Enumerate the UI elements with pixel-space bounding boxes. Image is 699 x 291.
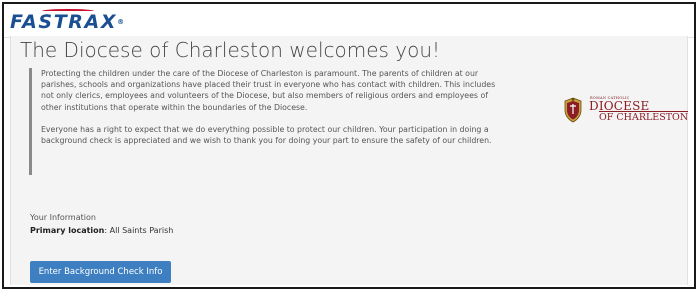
primary-location-value: All Saints Parish — [109, 226, 174, 235]
intro-paragraph-1: Protecting the children under the care o… — [41, 69, 496, 112]
primary-location: Primary location: All Saints Parish — [30, 226, 173, 235]
fastrax-logo[interactable]: FASTRAX® — [10, 9, 126, 33]
page-title: The Diocese of Charleston welcomes you! — [20, 38, 441, 62]
your-information-heading: Your Information — [30, 213, 96, 222]
logo-text: FASTRAX — [10, 11, 118, 33]
top-header: FASTRAX® — [4, 4, 694, 38]
primary-location-separator: : — [104, 226, 108, 235]
diocese-shield-icon — [564, 97, 582, 123]
intro-blockquote: Protecting the children under the care o… — [29, 68, 504, 175]
enter-background-check-button[interactable]: Enter Background Check Info — [30, 261, 171, 283]
diocese-logo-sub-text: OF CHARLESTON — [599, 111, 689, 123]
intro-paragraph-2: Everyone has a right to expect that we d… — [41, 124, 492, 146]
logo-registered-mark: ® — [117, 18, 126, 26]
diocese-logo: ROMAN CATHOLIC DIOCESE OF CHARLESTON — [563, 96, 699, 126]
logo-swoosh — [42, 9, 94, 13]
primary-location-label: Primary location — [30, 226, 105, 235]
